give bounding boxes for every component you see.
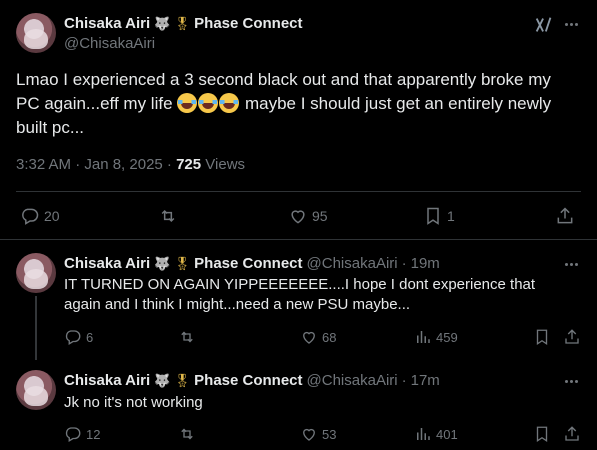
wolf-icon: 🐺 bbox=[154, 255, 171, 271]
like-button[interactable]: 53 bbox=[300, 425, 336, 443]
repost-button[interactable] bbox=[158, 206, 182, 226]
repost-icon bbox=[161, 209, 175, 223]
medal-icon: 🎖 bbox=[174, 372, 191, 388]
more-icon[interactable] bbox=[561, 254, 581, 274]
repost-icon bbox=[181, 428, 193, 440]
author-handle-line: @ChisakaAiri bbox=[64, 35, 155, 52]
reply-icon bbox=[65, 330, 81, 345]
bookmark-icon bbox=[427, 207, 439, 225]
reply-count: 12 bbox=[86, 426, 101, 442]
author-display-name[interactable]: Chisaka Airi bbox=[64, 255, 150, 272]
views-count: 725 bbox=[176, 156, 202, 173]
views-count: 459 bbox=[436, 329, 458, 345]
like-button[interactable]: 95 bbox=[288, 206, 328, 226]
like-count: 53 bbox=[322, 426, 337, 442]
reply-text: IT TURNED ON AGAIN YIPPEEEEEEE....I hope… bbox=[64, 276, 536, 313]
author-handle[interactable]: @ChisakaAiri bbox=[64, 35, 155, 52]
bookmark-button[interactable]: 1 bbox=[423, 206, 455, 226]
views-button[interactable]: 401 bbox=[414, 425, 458, 443]
face-with-tears-of-joy-icon bbox=[219, 93, 240, 113]
share-button[interactable] bbox=[555, 206, 575, 226]
avatar[interactable] bbox=[16, 253, 56, 293]
author-display-name[interactable]: Chisaka Airi bbox=[64, 15, 150, 32]
bookmark-count: 1 bbox=[447, 208, 455, 224]
author-handle[interactable]: @ChisakaAiri bbox=[307, 372, 398, 389]
wolf-icon: 🐺 bbox=[154, 15, 171, 31]
more-icon[interactable] bbox=[561, 371, 581, 391]
reply-time[interactable]: 17m bbox=[411, 372, 440, 389]
author-affiliation: Phase Connect bbox=[194, 255, 303, 272]
thread-line bbox=[35, 296, 37, 360]
like-count: 95 bbox=[312, 208, 328, 224]
grok-icon[interactable] bbox=[533, 14, 555, 36]
author-display-name[interactable]: Chisaka Airi bbox=[64, 372, 150, 389]
reply-count: 20 bbox=[44, 208, 60, 224]
repost-button[interactable] bbox=[178, 425, 200, 443]
analytics-icon bbox=[417, 331, 430, 343]
face-with-tears-of-joy-icon bbox=[198, 93, 219, 113]
reply-button[interactable]: 20 bbox=[20, 206, 60, 226]
author-name-line: Chisaka Airi 🐺 🎖 Phase Connect bbox=[64, 15, 303, 32]
heart-icon bbox=[303, 331, 315, 344]
share-icon bbox=[557, 207, 573, 224]
reply-button[interactable]: 12 bbox=[64, 425, 100, 443]
views-label: Views bbox=[201, 156, 246, 173]
reply-text: Jk no it's not working bbox=[64, 394, 203, 411]
divider bbox=[16, 191, 581, 192]
share-icon bbox=[565, 329, 579, 344]
heart-icon bbox=[291, 210, 305, 224]
share-button[interactable] bbox=[563, 328, 581, 346]
face-with-tears-of-joy-icon bbox=[177, 93, 198, 113]
avatar[interactable] bbox=[16, 370, 56, 410]
share-icon bbox=[565, 426, 579, 441]
reply-icon bbox=[22, 208, 39, 225]
divider bbox=[0, 239, 597, 240]
reply-time[interactable]: 19m bbox=[411, 255, 440, 272]
analytics-icon bbox=[417, 428, 430, 440]
avatar[interactable] bbox=[16, 13, 56, 53]
views-button[interactable]: 459 bbox=[414, 328, 458, 346]
author-name-line: Chisaka Airi 🐺 🎖 Phase Connect @ChisakaA… bbox=[64, 255, 440, 272]
reply-icon bbox=[65, 427, 81, 442]
tweet-text: Lmao I experienced a 3 second black out … bbox=[16, 68, 576, 140]
medal-icon: 🎖 bbox=[174, 255, 191, 271]
tweet-timestamp[interactable]: 3:32 AM · Jan 8, 2025 · bbox=[16, 156, 176, 173]
author-affiliation: Phase Connect bbox=[194, 372, 303, 389]
bookmark-button[interactable] bbox=[533, 328, 551, 346]
reply-button[interactable]: 6 bbox=[64, 328, 93, 346]
author-affiliation: Phase Connect bbox=[194, 15, 303, 32]
bookmark-icon bbox=[536, 426, 548, 443]
medal-icon: 🎖 bbox=[174, 15, 191, 31]
tweet-meta: 3:32 AM · Jan 8, 2025 · 725 Views bbox=[16, 156, 245, 173]
wolf-icon: 🐺 bbox=[154, 372, 171, 388]
more-icon[interactable] bbox=[561, 14, 581, 34]
repost-icon bbox=[181, 331, 193, 343]
like-button[interactable]: 68 bbox=[300, 328, 336, 346]
author-name-line: Chisaka Airi 🐺 🎖 Phase Connect @ChisakaA… bbox=[64, 372, 440, 389]
like-count: 68 bbox=[322, 329, 337, 345]
separator-dot: · bbox=[401, 372, 407, 389]
share-button[interactable] bbox=[563, 425, 581, 443]
reply-count: 6 bbox=[86, 329, 94, 345]
bookmark-button[interactable] bbox=[533, 425, 551, 443]
separator-dot: · bbox=[401, 255, 407, 272]
views-count: 401 bbox=[436, 426, 458, 442]
repost-button[interactable] bbox=[178, 328, 200, 346]
author-handle[interactable]: @ChisakaAiri bbox=[307, 255, 398, 272]
bookmark-icon bbox=[536, 329, 548, 346]
heart-icon bbox=[303, 428, 315, 441]
